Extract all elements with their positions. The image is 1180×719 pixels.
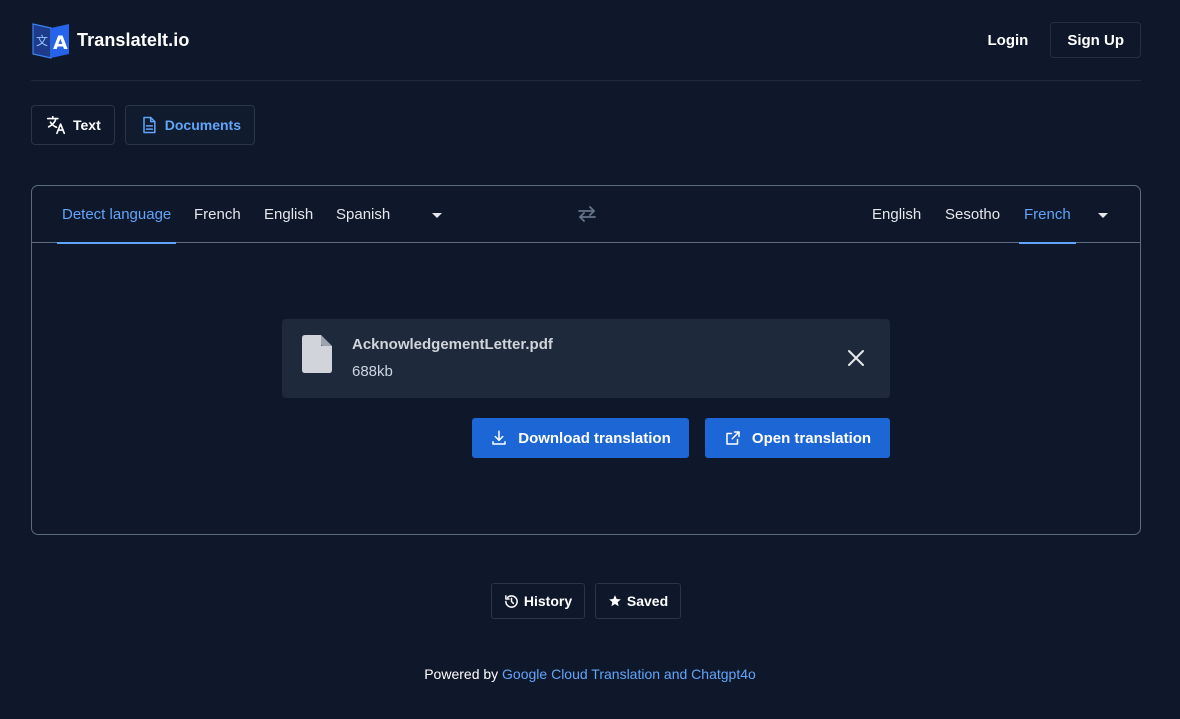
target-lang-french[interactable]: French xyxy=(1019,186,1076,244)
saved-label: Saved xyxy=(626,593,669,609)
tab-text-label: Text xyxy=(73,117,101,133)
brand[interactable]: 文 A TranslateIt.io xyxy=(31,20,189,60)
star-icon xyxy=(609,595,621,607)
download-translation-button[interactable]: Download translation xyxy=(472,418,689,458)
tab-text[interactable]: Text xyxy=(31,105,115,145)
footer-link[interactable]: Google Cloud Translation and Chatgpt4o xyxy=(502,666,756,682)
close-icon[interactable] xyxy=(846,348,866,368)
external-link-icon xyxy=(726,431,740,445)
file-size: 688kb xyxy=(352,363,393,380)
footer: Powered by Google Cloud Translation and … xyxy=(0,666,1180,682)
translator-panel: Detect language French English Spanish E… xyxy=(31,185,1141,535)
auth-actions: Login Sign Up xyxy=(976,22,1141,58)
source-lang-dropdown-icon[interactable] xyxy=(430,208,444,222)
source-lang-english[interactable]: English xyxy=(264,186,313,243)
target-lang-dropdown-icon[interactable] xyxy=(1096,208,1110,222)
logo-glyph-cjk: 文 xyxy=(36,33,48,48)
page: 文 A TranslateIt.io Login Sign Up Text Do… xyxy=(0,0,1180,719)
target-lang-sesotho[interactable]: Sesotho xyxy=(945,186,1000,243)
history-label: History xyxy=(523,593,573,609)
language-bar: Detect language French English Spanish E… xyxy=(32,186,1140,244)
history-button[interactable]: History xyxy=(491,583,585,619)
saved-button[interactable]: Saved xyxy=(595,583,681,619)
download-icon xyxy=(492,430,506,445)
signup-button[interactable]: Sign Up xyxy=(1050,22,1141,58)
file-icon xyxy=(302,335,332,373)
document-icon xyxy=(143,116,156,134)
source-lang-french[interactable]: French xyxy=(194,186,241,243)
open-translation-button[interactable]: Open translation xyxy=(705,418,890,458)
swap-arrows-icon[interactable] xyxy=(575,205,599,223)
source-lang-spanish[interactable]: Spanish xyxy=(336,186,390,243)
logo-glyph-a: A xyxy=(53,32,68,54)
header: 文 A TranslateIt.io Login Sign Up xyxy=(31,0,1141,81)
tab-documents[interactable]: Documents xyxy=(124,105,255,145)
download-translation-label: Download translation xyxy=(518,429,671,447)
translate-icon xyxy=(46,115,66,135)
history-icon xyxy=(505,594,518,608)
tab-documents-label: Documents xyxy=(164,117,241,133)
translate-book-icon: 文 A xyxy=(32,23,69,59)
target-lang-english[interactable]: English xyxy=(872,186,921,243)
login-button[interactable]: Login xyxy=(976,24,1041,57)
open-translation-label: Open translation xyxy=(751,429,872,447)
mode-selector: Text Documents xyxy=(31,105,255,145)
file-card: AcknowledgementLetter.pdf 688kb xyxy=(282,319,890,398)
source-lang-detect[interactable]: Detect language xyxy=(56,186,177,244)
brand-name: TranslateIt.io xyxy=(77,29,190,50)
footer-prefix: Powered by xyxy=(424,666,499,682)
file-name: AcknowledgementLetter.pdf xyxy=(352,336,553,353)
